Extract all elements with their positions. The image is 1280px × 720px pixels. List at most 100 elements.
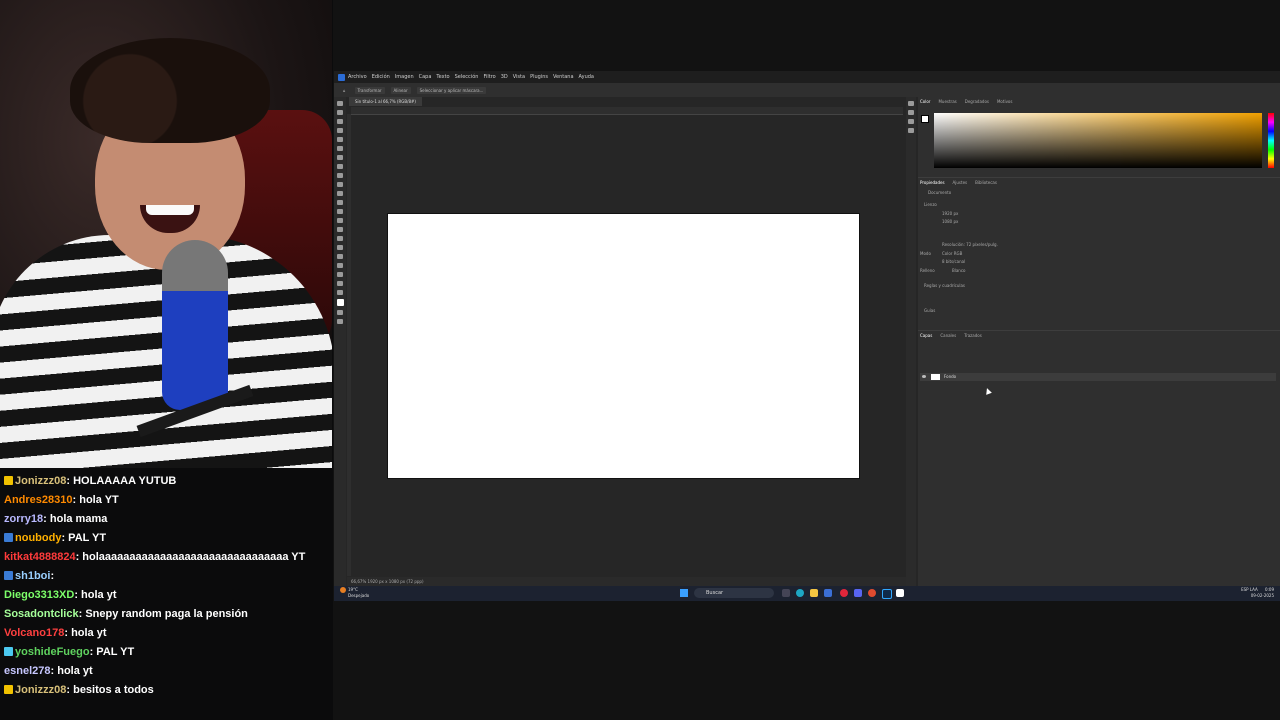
props-mode[interactable]: Color RGB: [942, 251, 962, 256]
quick-mask-icon[interactable]: [337, 310, 343, 315]
chat-username: Diego3313XD: [4, 589, 75, 601]
hand-tool-icon[interactable]: [337, 272, 343, 277]
option-align[interactable]: Alinear: [390, 86, 411, 94]
chat-username: kitkat4888824: [4, 551, 76, 563]
magic-wand-tool-icon[interactable]: [337, 128, 343, 133]
frame-tool-icon[interactable]: [337, 146, 343, 151]
taskbar-search[interactable]: Buscar: [694, 588, 774, 598]
marquee-tool-icon[interactable]: [337, 110, 343, 115]
chat-text: Snepy random paga la pensión: [85, 608, 248, 620]
brush-tool-icon[interactable]: [337, 173, 343, 178]
chat-message: Sosadontclick: Snepy random paga la pens…: [4, 608, 248, 620]
chat-text: holaaaaaaaaaaaaaaaaaaaaaaaaaaaaaaa YT: [82, 551, 306, 563]
tab-channels[interactable]: Canales: [940, 331, 956, 340]
menu-imagen[interactable]: Imagen: [395, 74, 414, 80]
foreground-swatch[interactable]: [921, 115, 929, 123]
system-tray[interactable]: ESP LAA 0:09 09-02-2025: [1241, 587, 1274, 599]
edge-browser-icon[interactable]: [796, 589, 804, 597]
paragraph-panel-icon[interactable]: [908, 128, 914, 133]
stamp-tool-icon[interactable]: [337, 182, 343, 187]
hair: [70, 38, 270, 143]
props-fill[interactable]: Blanco: [952, 268, 966, 273]
home-icon[interactable]: ⌂: [340, 87, 349, 94]
menu-capa[interactable]: Capa: [419, 74, 432, 80]
history-panel-icon[interactable]: [908, 101, 914, 106]
adjustments-panel-icon[interactable]: [908, 110, 914, 115]
tab-color[interactable]: Color: [920, 97, 930, 106]
blur-tool-icon[interactable]: [337, 218, 343, 223]
foreground-color-icon[interactable]: [336, 299, 344, 306]
menu-plugins[interactable]: Plugins: [530, 74, 548, 80]
menu-edicion[interactable]: Edición: [372, 74, 390, 80]
language-indicator[interactable]: ESP LAA: [1241, 587, 1258, 592]
weather-widget[interactable]: 19°C Despejado: [340, 587, 369, 598]
gradient-tool-icon[interactable]: [337, 209, 343, 214]
path-select-tool-icon[interactable]: [337, 254, 343, 259]
discord-icon[interactable]: [854, 589, 862, 597]
chat-text: hola yt: [57, 665, 93, 677]
option-select-mask[interactable]: Seleccionar y aplicar máscara...: [416, 86, 487, 94]
chat-message: Diego3313XD: hola yt: [4, 589, 117, 601]
props-width[interactable]: 1920 px: [942, 211, 958, 216]
menu-texto[interactable]: Texto: [436, 74, 449, 80]
props-height[interactable]: 1080 px: [942, 219, 958, 224]
menu-archivo[interactable]: Archivo: [348, 74, 367, 80]
badge-icon: [4, 533, 13, 542]
screen-mode-icon[interactable]: [337, 319, 343, 324]
edit-toolbar-icon[interactable]: [337, 290, 343, 295]
eye-icon[interactable]: [922, 375, 926, 378]
tab-layers[interactable]: Capas: [920, 331, 932, 340]
lasso-tool-icon[interactable]: [337, 119, 343, 124]
menu-vista[interactable]: Vista: [513, 74, 525, 80]
props-document-label: Documento: [928, 190, 952, 195]
canvas[interactable]: [387, 213, 860, 479]
chat-message: noubody: PAL YT: [4, 529, 328, 548]
menu-filtro[interactable]: Filtro: [483, 74, 495, 80]
healing-tool-icon[interactable]: [337, 164, 343, 169]
chat-username: sh1boi: [15, 570, 51, 582]
tab-adjustments[interactable]: Ajustes: [953, 178, 968, 187]
dodge-tool-icon[interactable]: [337, 227, 343, 232]
store-icon[interactable]: [824, 589, 832, 597]
option-transform[interactable]: Transformar: [354, 86, 385, 94]
badge-icon: [4, 476, 13, 485]
props-bits[interactable]: 8 bits/canal: [942, 259, 965, 264]
move-tool-icon[interactable]: [337, 101, 343, 106]
tab-properties[interactable]: Propiedades: [920, 178, 945, 187]
layers-tabs: Capas Canales Trazados: [918, 331, 1280, 340]
crop-tool-icon[interactable]: [337, 137, 343, 142]
tab-patterns[interactable]: Motivos: [997, 97, 1012, 106]
pen-tool-icon[interactable]: [337, 236, 343, 241]
color-picker-field[interactable]: [934, 113, 1262, 168]
file-explorer-icon[interactable]: [810, 589, 818, 597]
menu-seleccion[interactable]: Selección: [455, 74, 479, 80]
capcut-icon[interactable]: [896, 589, 904, 597]
eyedropper-tool-icon[interactable]: [337, 155, 343, 160]
document-tab[interactable]: Sin título-1 al 66,7% (RGB/8#): [349, 97, 422, 106]
tab-gradients[interactable]: Degradados: [965, 97, 989, 106]
history-brush-icon[interactable]: [337, 191, 343, 196]
brush-settings-icon[interactable]: [908, 119, 914, 124]
task-view-icon[interactable]: [782, 589, 790, 597]
photoshop-taskbar-icon[interactable]: [882, 589, 892, 599]
menu-3d[interactable]: 3D: [501, 74, 508, 80]
menu-ventana[interactable]: Ventana: [553, 74, 574, 80]
tools-panel: [334, 97, 346, 586]
tab-swatches[interactable]: Muestras: [938, 97, 956, 106]
search-label: Buscar: [706, 590, 724, 596]
opera-icon[interactable]: [840, 589, 848, 597]
shape-tool-icon[interactable]: [337, 263, 343, 268]
windows-start-icon[interactable]: [680, 589, 688, 597]
eraser-tool-icon[interactable]: [337, 200, 343, 205]
layer-name: Fondo: [944, 374, 957, 379]
type-tool-icon[interactable]: [337, 245, 343, 250]
hue-slider[interactable]: [1268, 113, 1274, 168]
menu-ayuda[interactable]: Ayuda: [579, 74, 594, 80]
zoom-tool-icon[interactable]: [337, 281, 343, 286]
chat-username: Volcano178: [4, 627, 65, 639]
chrome-icon[interactable]: [868, 589, 876, 597]
weather-icon: [340, 587, 346, 593]
tab-libraries[interactable]: Bibliotecas: [975, 178, 997, 187]
tab-paths[interactable]: Trazados: [964, 331, 982, 340]
layer-row[interactable]: Fondo: [920, 373, 1276, 381]
